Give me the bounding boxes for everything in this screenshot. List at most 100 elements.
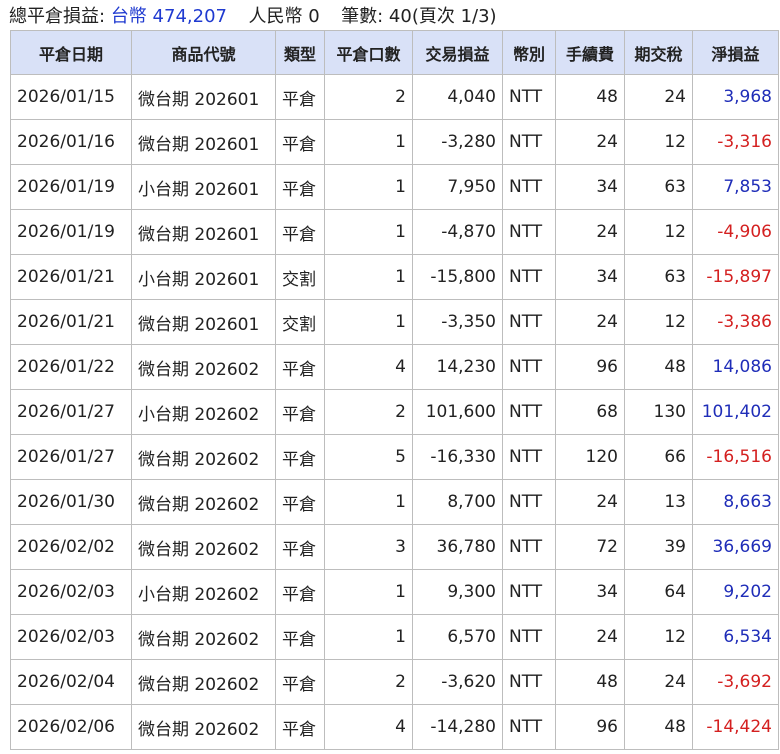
currency-cell: NTT xyxy=(502,659,556,705)
pnl-summary: 總平倉損益: 台幣 474,207 人民幣 0 筆數: 40(頁次 1/3) xyxy=(9,4,497,30)
product-cell: 微台期 202602 xyxy=(131,479,276,525)
trade-pnl-cell: 9,300 xyxy=(412,569,503,615)
close-date-cell: 2026/01/27 xyxy=(10,434,132,480)
fee-cell: 24 xyxy=(555,299,625,345)
header-currency[interactable]: 幣別 xyxy=(502,30,556,75)
record-count: 40(頁次 1/3) xyxy=(388,6,497,27)
trade-pnl-cell: -3,280 xyxy=(412,119,503,165)
close-date-cell: 2026/02/03 xyxy=(10,614,132,660)
fee-cell: 48 xyxy=(555,659,625,705)
type-cell: 平倉 xyxy=(275,119,325,165)
quantity-cell: 5 xyxy=(324,434,413,480)
fee-cell: 24 xyxy=(555,119,625,165)
type-cell: 交割 xyxy=(275,299,325,345)
tax-cell: 64 xyxy=(624,569,693,615)
product-cell: 小台期 202601 xyxy=(131,254,276,300)
trade-pnl-cell: -14,280 xyxy=(412,704,503,750)
trade-pnl-cell: -15,800 xyxy=(412,254,503,300)
fee-cell: 96 xyxy=(555,704,625,750)
quantity-cell: 2 xyxy=(324,74,413,120)
header-quantity[interactable]: 平倉口數 xyxy=(324,30,413,75)
trade-pnl-cell: -3,620 xyxy=(412,659,503,705)
quantity-cell: 3 xyxy=(324,524,413,570)
closed-positions-table: 平倉日期 商品代號 類型 平倉口數 交易損益 幣別 手續費 期交稅 淨損益 20… xyxy=(10,30,779,750)
header-close-date[interactable]: 平倉日期 xyxy=(10,30,132,75)
table-row: 2026/01/15 微台期 202601 平倉 2 4,040 NTT 48 24 3,968 xyxy=(10,74,779,120)
fee-cell: 24 xyxy=(555,479,625,525)
header-fee[interactable]: 手續費 xyxy=(555,30,625,75)
product-cell: 小台期 202602 xyxy=(131,389,276,435)
product-cell: 小台期 202602 xyxy=(131,569,276,615)
close-date-cell: 2026/01/21 xyxy=(10,254,132,300)
type-cell: 平倉 xyxy=(275,614,325,660)
net-pnl-cell: 3,968 xyxy=(692,74,779,120)
table-row: 2026/01/30 微台期 202602 平倉 1 8,700 NTT 24 13 8,663 xyxy=(10,479,779,525)
summary-label: 總平倉損益: xyxy=(9,6,106,27)
currency-cell: NTT xyxy=(502,479,556,525)
twd-label: 台幣 xyxy=(110,6,147,27)
product-cell: 微台期 202602 xyxy=(131,614,276,660)
currency-cell: NTT xyxy=(502,434,556,480)
close-date-cell: 2026/01/16 xyxy=(10,119,132,165)
trade-pnl-cell: 6,570 xyxy=(412,614,503,660)
currency-cell: NTT xyxy=(502,74,556,120)
quantity-cell: 1 xyxy=(324,119,413,165)
count-label: 筆數: xyxy=(341,6,384,27)
type-cell: 平倉 xyxy=(275,659,325,705)
currency-cell: NTT xyxy=(502,524,556,570)
table-header-row: 平倉日期 商品代號 類型 平倉口數 交易損益 幣別 手續費 期交稅 淨損益 xyxy=(10,30,779,75)
trade-pnl-cell: 7,950 xyxy=(412,164,503,210)
currency-cell: NTT xyxy=(502,614,556,660)
trade-pnl-cell: 14,230 xyxy=(412,344,503,390)
table-row: 2026/02/04 微台期 202602 平倉 2 -3,620 NTT 48 24 -3,6… xyxy=(10,659,779,705)
type-cell: 平倉 xyxy=(275,389,325,435)
close-date-cell: 2026/01/19 xyxy=(10,164,132,210)
table-row: 2026/01/19 小台期 202601 平倉 1 7,950 NTT 34 63 7,853 xyxy=(10,164,779,210)
table-row: 2026/01/16 微台期 202601 平倉 1 -3,280 NTT 24 12 -3,3… xyxy=(10,119,779,165)
quantity-cell: 1 xyxy=(324,479,413,525)
table-row: 2026/01/22 微台期 202602 平倉 4 14,230 NTT 96 48 14,0… xyxy=(10,344,779,390)
net-pnl-cell: -3,316 xyxy=(692,119,779,165)
currency-cell: NTT xyxy=(502,254,556,300)
type-cell: 交割 xyxy=(275,254,325,300)
quantity-cell: 1 xyxy=(324,614,413,660)
net-pnl-cell: -3,386 xyxy=(692,299,779,345)
tax-cell: 66 xyxy=(624,434,693,480)
net-pnl-cell: -14,424 xyxy=(692,704,779,750)
net-pnl-cell: 9,202 xyxy=(692,569,779,615)
header-type[interactable]: 類型 xyxy=(275,30,325,75)
quantity-cell: 1 xyxy=(324,254,413,300)
header-product-code[interactable]: 商品代號 xyxy=(131,30,276,75)
currency-cell: NTT xyxy=(502,299,556,345)
fee-cell: 34 xyxy=(555,569,625,615)
table-row: 2026/01/27 小台期 202602 平倉 2 101,600 NTT 68 130 10… xyxy=(10,389,779,435)
tax-cell: 12 xyxy=(624,299,693,345)
net-pnl-cell: 7,853 xyxy=(692,164,779,210)
tax-cell: 48 xyxy=(624,704,693,750)
currency-cell: NTT xyxy=(502,344,556,390)
currency-cell: NTT xyxy=(502,209,556,255)
trade-pnl-cell: 4,040 xyxy=(412,74,503,120)
fee-cell: 34 xyxy=(555,254,625,300)
tax-cell: 12 xyxy=(624,614,693,660)
type-cell: 平倉 xyxy=(275,524,325,570)
tax-cell: 130 xyxy=(624,389,693,435)
close-date-cell: 2026/01/21 xyxy=(10,299,132,345)
quantity-cell: 4 xyxy=(324,344,413,390)
header-trade-pnl[interactable]: 交易損益 xyxy=(412,30,503,75)
header-net-pnl[interactable]: 淨損益 xyxy=(692,30,779,75)
header-tax[interactable]: 期交稅 xyxy=(624,30,693,75)
table-row: 2026/01/27 微台期 202602 平倉 5 -16,330 NTT 120 66 -1… xyxy=(10,434,779,480)
close-date-cell: 2026/02/02 xyxy=(10,524,132,570)
net-pnl-cell: -3,692 xyxy=(692,659,779,705)
net-pnl-cell: 6,534 xyxy=(692,614,779,660)
tax-cell: 12 xyxy=(624,119,693,165)
twd-total: 474,207 xyxy=(152,6,227,27)
tax-cell: 13 xyxy=(624,479,693,525)
type-cell: 平倉 xyxy=(275,74,325,120)
trade-pnl-cell: -16,330 xyxy=(412,434,503,480)
close-date-cell: 2026/02/03 xyxy=(10,569,132,615)
close-date-cell: 2026/01/22 xyxy=(10,344,132,390)
tax-cell: 12 xyxy=(624,209,693,255)
type-cell: 平倉 xyxy=(275,704,325,750)
